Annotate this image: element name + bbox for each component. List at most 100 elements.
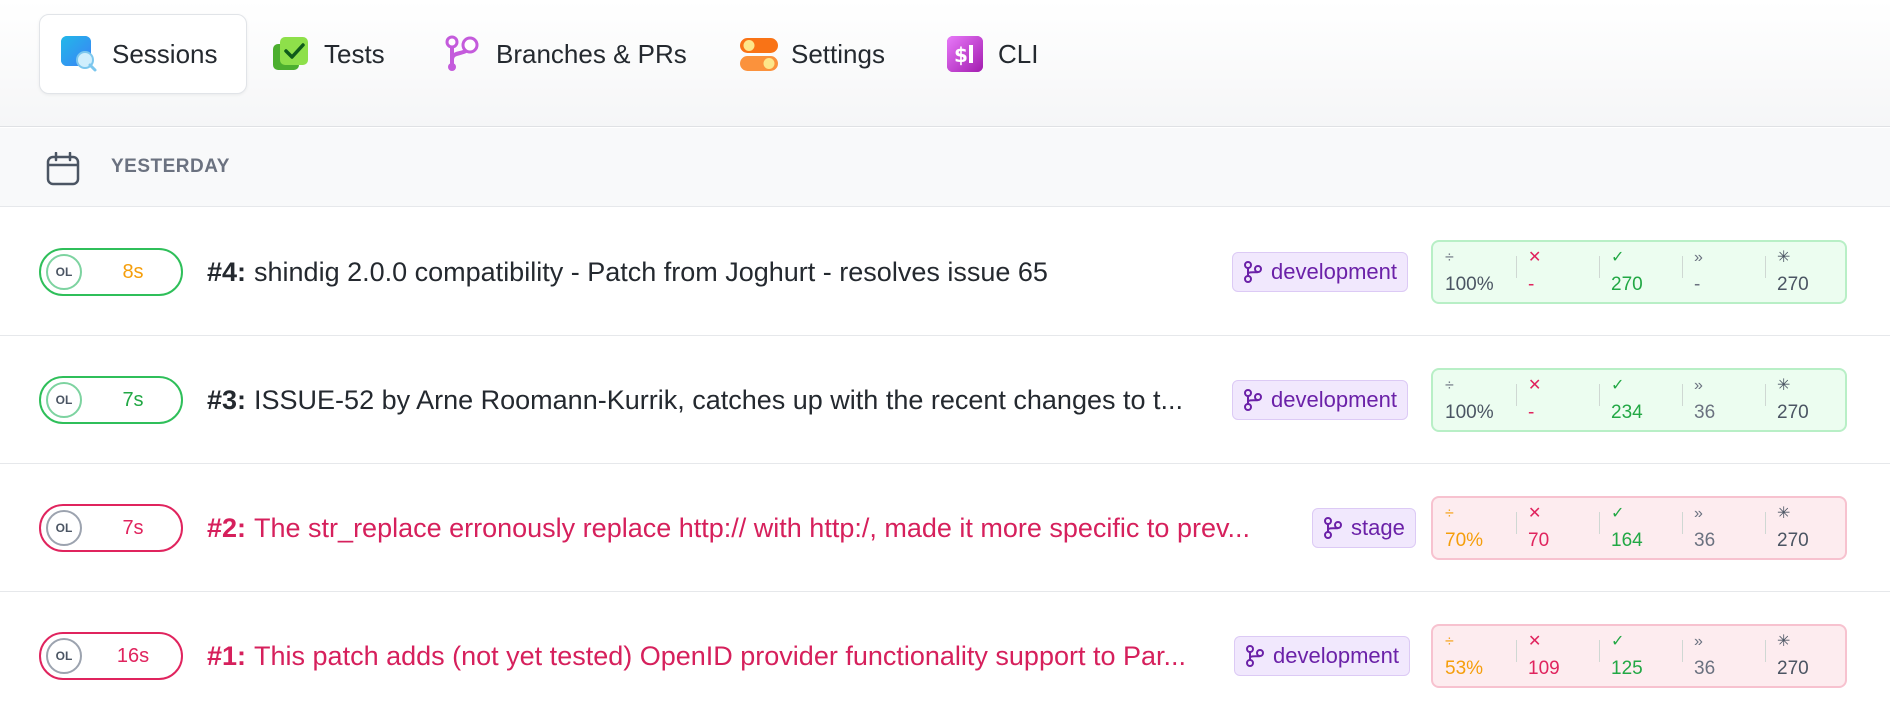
stat-skipped: » 36 <box>1682 370 1765 430</box>
passed-icon: ✓ <box>1611 505 1625 522</box>
stat-ratio: ÷ 100% <box>1445 377 1494 424</box>
session-title-text: ISSUE-52 by Arne Roomann-Kurrik, catches… <box>254 384 1183 415</box>
ratio-icon: ÷ <box>1445 377 1454 394</box>
stat-total: ✳ 270 <box>1765 370 1848 430</box>
session-number: #3: <box>207 384 247 415</box>
skipped-icon: » <box>1694 377 1703 394</box>
avatar: OL <box>46 638 82 674</box>
tests-icon <box>272 35 310 73</box>
session-number: #4: <box>207 256 247 287</box>
sessions-icon <box>60 35 98 73</box>
stat-failed: ✕ 109 <box>1516 626 1599 686</box>
tab-label: Sessions <box>112 38 218 69</box>
branch-name: development <box>1271 387 1397 412</box>
stat-passed: ✓ 234 <box>1599 370 1682 430</box>
session-title[interactable]: #4: shindig 2.0.0 compatibility - Patch … <box>207 208 1048 336</box>
session-duration: 8s <box>122 261 144 283</box>
branch-badge[interactable]: development <box>1232 380 1408 420</box>
total-icon: ✳ <box>1777 377 1791 394</box>
session-status-pill[interactable]: OL 7s <box>39 504 183 552</box>
passed-icon: ✓ <box>1611 377 1625 394</box>
test-stats[interactable]: ÷ 70% ✕ 70 ✓ 164 » 36 ✳ 270 <box>1431 496 1847 560</box>
top-nav: Sessions Tests Branches & PRs Settings $… <box>0 0 1890 127</box>
passed-icon: ✓ <box>1611 633 1625 650</box>
failed-icon: ✕ <box>1528 377 1542 394</box>
tab-label: Tests <box>324 38 385 69</box>
svg-text:$: $ <box>954 43 968 67</box>
session-number: #2: <box>207 512 247 543</box>
tab-tests[interactable]: Tests <box>272 14 385 94</box>
stat-ratio: ÷ 53% <box>1445 633 1484 680</box>
failed-icon: ✕ <box>1528 505 1542 522</box>
branch-icon <box>1246 645 1264 667</box>
branch-name: development <box>1273 643 1399 668</box>
tab-label: Settings <box>791 38 885 69</box>
stat-total: ✳ 270 <box>1765 626 1848 686</box>
session-status-pill[interactable]: OL 7s <box>39 376 183 424</box>
section-date-label: YESTERDAY <box>111 156 230 177</box>
stat-skipped: » - <box>1682 242 1765 302</box>
session-title[interactable]: #3: ISSUE-52 by Arne Roomann-Kurrik, cat… <box>207 336 1183 464</box>
branch-badge[interactable]: stage <box>1312 508 1416 548</box>
branch-icon <box>1324 517 1342 539</box>
stat-passed: ✓ 164 <box>1599 498 1682 558</box>
tab-cli[interactable]: $ CLI <box>946 14 1038 94</box>
stat-ratio: ÷ 100% <box>1445 249 1494 296</box>
avatar: OL <box>46 510 82 546</box>
test-stats[interactable]: ÷ 100% ✕ - ✓ 234 » 36 ✳ 270 <box>1431 368 1847 432</box>
branch-name: development <box>1271 259 1397 284</box>
calendar-icon <box>46 151 80 186</box>
passed-icon: ✓ <box>1611 249 1625 266</box>
toggle-settings-icon <box>739 35 778 73</box>
stat-skipped: » 36 <box>1682 498 1765 558</box>
session-number: #1: <box>207 640 247 671</box>
branch-icon <box>1244 389 1262 411</box>
failed-icon: ✕ <box>1528 249 1542 266</box>
terminal-icon: $ <box>946 35 984 73</box>
stat-skipped: » 36 <box>1682 626 1765 686</box>
stat-failed: ✕ - <box>1516 370 1599 430</box>
date-section-header: YESTERDAY <box>0 128 1890 207</box>
stat-total: ✳ 270 <box>1765 498 1848 558</box>
session-status-pill[interactable]: OL 16s <box>39 632 183 680</box>
skipped-icon: » <box>1694 249 1703 266</box>
branch-badge[interactable]: development <box>1234 636 1410 676</box>
session-title-text: shindig 2.0.0 compatibility - Patch from… <box>254 256 1048 287</box>
total-icon: ✳ <box>1777 249 1791 266</box>
stat-ratio: ÷ 70% <box>1445 505 1484 552</box>
branch-badge[interactable]: development <box>1232 252 1408 292</box>
stat-passed: ✓ 270 <box>1599 242 1682 302</box>
tab-sessions[interactable]: Sessions <box>39 14 247 94</box>
session-title-text: This patch adds (not yet tested) OpenID … <box>254 640 1187 671</box>
total-icon: ✳ <box>1777 505 1791 522</box>
session-duration: 16s <box>116 645 150 667</box>
session-duration: 7s <box>122 389 144 411</box>
stat-passed: ✓ 125 <box>1599 626 1682 686</box>
branch-icon <box>1244 261 1262 283</box>
stat-failed: ✕ 70 <box>1516 498 1599 558</box>
session-duration: 7s <box>122 517 144 539</box>
skipped-icon: » <box>1694 505 1703 522</box>
test-stats[interactable]: ÷ 100% ✕ - ✓ 270 » - ✳ 270 <box>1431 240 1847 304</box>
stat-total: ✳ 270 <box>1765 242 1848 302</box>
failed-icon: ✕ <box>1528 633 1542 650</box>
avatar: OL <box>46 382 82 418</box>
session-status-pill[interactable]: OL 8s <box>39 248 183 296</box>
stat-failed: ✕ - <box>1516 242 1599 302</box>
test-stats[interactable]: ÷ 53% ✕ 109 ✓ 125 » 36 ✳ 270 <box>1431 624 1847 688</box>
skipped-icon: » <box>1694 633 1703 650</box>
avatar: OL <box>46 254 82 290</box>
tab-label: CLI <box>998 38 1039 69</box>
tab-branches-prs[interactable]: Branches & PRs <box>444 14 687 94</box>
total-icon: ✳ <box>1777 633 1791 650</box>
session-title[interactable]: #2: The str_replace erronously replace h… <box>207 464 1250 592</box>
ratio-icon: ÷ <box>1445 505 1454 522</box>
session-title[interactable]: #1: This patch adds (not yet tested) Ope… <box>207 592 1186 714</box>
tab-label: Branches & PRs <box>496 38 687 69</box>
branch-icon <box>444 35 482 73</box>
ratio-icon: ÷ <box>1445 633 1454 650</box>
ratio-icon: ÷ <box>1445 249 1454 266</box>
branch-name: stage <box>1351 515 1405 540</box>
tab-settings[interactable]: Settings <box>739 14 885 94</box>
session-title-text: The str_replace erronously replace http:… <box>254 512 1250 543</box>
